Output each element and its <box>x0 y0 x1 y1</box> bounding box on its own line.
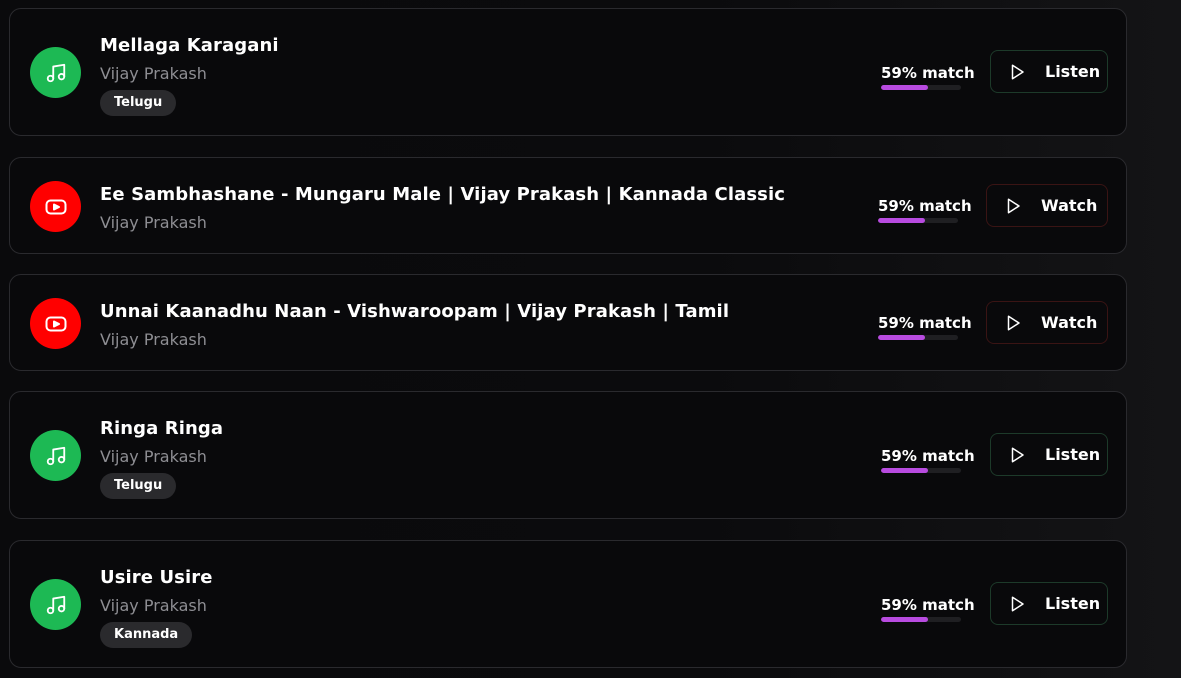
watch-button[interactable]: Watch <box>986 184 1108 227</box>
result-artist: Vijay Prakash <box>100 213 207 232</box>
play-icon <box>1007 594 1027 614</box>
result-card: Ee Sambhashane - Mungaru Male | Vijay Pr… <box>9 157 1127 254</box>
match-bar <box>881 468 961 473</box>
match-score: 59% match <box>881 64 975 90</box>
result-card: Usire Usire Vijay Prakash Kannada 59% ma… <box>9 540 1127 668</box>
result-title: Usire Usire <box>100 567 213 588</box>
result-title: Ringa Ringa <box>100 418 224 439</box>
match-score: 59% match <box>878 197 972 223</box>
youtube-icon <box>30 298 81 349</box>
match-label: 59% match <box>881 447 975 465</box>
play-icon <box>1007 62 1027 82</box>
match-bar-fill <box>881 617 929 622</box>
match-label: 59% match <box>881 596 975 614</box>
results-list: Mellaga Karagani Vijay Prakash Telugu 59… <box>0 0 1181 678</box>
language-badge: Telugu <box>100 473 177 499</box>
listen-button[interactable]: Listen <box>990 50 1108 93</box>
music-note-icon <box>30 579 81 630</box>
match-score: 59% match <box>878 314 972 340</box>
result-title: Ee Sambhashane - Mungaru Male | Vijay Pr… <box>100 184 786 205</box>
listen-button-label: Listen <box>1045 445 1101 464</box>
language-badge: Telugu <box>100 90 177 116</box>
listen-button[interactable]: Listen <box>990 582 1108 625</box>
music-note-icon <box>30 47 81 98</box>
result-artist: Vijay Prakash <box>100 330 207 349</box>
play-icon <box>1003 196 1023 216</box>
language-badge: Kannada <box>100 622 193 648</box>
match-bar-fill <box>881 468 929 473</box>
result-artist: Vijay Prakash <box>100 447 207 466</box>
result-artist: Vijay Prakash <box>100 64 207 83</box>
match-bar <box>878 218 958 223</box>
match-score: 59% match <box>881 447 975 473</box>
match-label: 59% match <box>881 64 975 82</box>
youtube-icon <box>30 181 81 232</box>
watch-button[interactable]: Watch <box>986 301 1108 344</box>
play-icon <box>1003 313 1023 333</box>
match-bar <box>881 85 961 90</box>
match-label: 59% match <box>878 314 972 332</box>
play-icon <box>1007 445 1027 465</box>
match-score: 59% match <box>881 596 975 622</box>
listen-button-label: Listen <box>1045 62 1101 81</box>
result-card: Ringa Ringa Vijay Prakash Telugu 59% mat… <box>9 391 1127 519</box>
match-label: 59% match <box>878 197 972 215</box>
match-bar-fill <box>881 85 929 90</box>
match-bar-fill <box>878 218 926 223</box>
result-card: Unnai Kaanadhu Naan - Vishwaroopam | Vij… <box>9 274 1127 371</box>
music-note-icon <box>30 430 81 481</box>
result-title: Unnai Kaanadhu Naan - Vishwaroopam | Vij… <box>100 301 730 322</box>
listen-button[interactable]: Listen <box>990 433 1108 476</box>
listen-button-label: Listen <box>1045 594 1101 613</box>
watch-button-label: Watch <box>1041 196 1098 215</box>
result-artist: Vijay Prakash <box>100 596 207 615</box>
result-title: Mellaga Karagani <box>100 35 279 56</box>
match-bar <box>881 617 961 622</box>
match-bar <box>878 335 958 340</box>
watch-button-label: Watch <box>1041 313 1098 332</box>
match-bar-fill <box>878 335 926 340</box>
result-card: Mellaga Karagani Vijay Prakash Telugu 59… <box>9 8 1127 136</box>
